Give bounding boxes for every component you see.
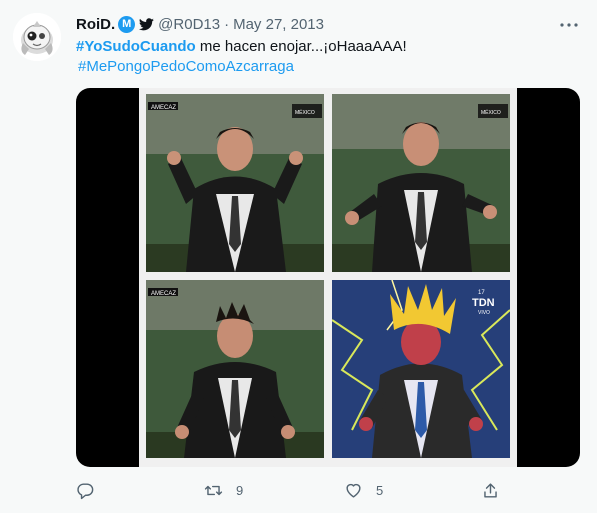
score-right-label: CAZ — [164, 291, 176, 297]
tweet[interactable]: RoiD. M @R0D13 · May 27, 2013 #YoSudoCua… — [0, 0, 597, 513]
meme-panel: AME CAZ MÉXICO — [146, 94, 324, 272]
share-icon — [484, 482, 497, 498]
separator-dot: · — [224, 15, 230, 33]
network-sub-label: VIVO — [478, 310, 490, 316]
like-button[interactable]: 5 — [344, 478, 383, 502]
heart-icon — [346, 483, 361, 498]
tweet-text: #YoSudoCuando me hacen enojar...¡oHaaaAA… — [76, 37, 576, 77]
tweet-body: me hacen enojar...¡oHaaaAAA! — [195, 38, 407, 55]
hashtag-link[interactable]: #MePongoPedoComoAzcarraga — [78, 58, 294, 75]
replay-label: 17 — [478, 290, 485, 296]
photo-angry-man-1: AME CAZ MÉXICO — [146, 94, 324, 272]
reply-button[interactable] — [76, 478, 95, 502]
tweet-date[interactable]: May 27, 2013 — [233, 16, 324, 33]
reply-icon — [77, 482, 94, 499]
avatar[interactable] — [13, 13, 61, 61]
tweet-actions: 9 5 — [76, 478, 506, 502]
hashtag-link[interactable]: #YoSudoCuando — [76, 38, 196, 55]
meme-panel: AME CAZ — [146, 280, 324, 458]
channel-tag-label: MÉXICO — [295, 109, 315, 116]
photo-angry-man-2: MÉXICO — [332, 94, 510, 272]
score-left-label: AME — [151, 291, 164, 297]
network-logo: TDN — [472, 297, 495, 309]
meme-panel: 17 TDN VIVO — [332, 280, 510, 458]
more-options-icon[interactable] — [559, 15, 579, 35]
tweet-header: RoiD. M @R0D13 · May 27, 2013 — [76, 14, 324, 34]
share-button[interactable] — [481, 478, 500, 502]
verified-badge-icon: M — [118, 15, 136, 33]
score-left-label: AME — [151, 105, 164, 111]
meme-grid: AME CAZ MÉXICO MÉXICO AME CAZ 17 TDN VIV… — [139, 88, 517, 467]
photo-angry-man-3: AME CAZ — [146, 280, 324, 458]
retweet-icon — [204, 485, 223, 495]
like-count: 5 — [376, 482, 384, 498]
channel-tag-label: MÉXICO — [481, 109, 501, 116]
retweet-count: 9 — [236, 482, 244, 498]
display-name[interactable]: RoiD. — [76, 16, 115, 33]
media-image[interactable]: AME CAZ MÉXICO MÉXICO AME CAZ 17 TDN VIV… — [76, 88, 580, 467]
score-right-label: CAZ — [164, 105, 176, 111]
retweet-button[interactable]: 9 — [204, 478, 243, 502]
twitter-bird-icon — [139, 17, 154, 31]
meme-panel: MÉXICO — [332, 94, 510, 272]
avatar-image — [13, 13, 61, 61]
user-handle[interactable]: @R0D13 — [158, 16, 220, 33]
photo-super-saiyan-man: 17 TDN VIVO — [332, 280, 510, 458]
